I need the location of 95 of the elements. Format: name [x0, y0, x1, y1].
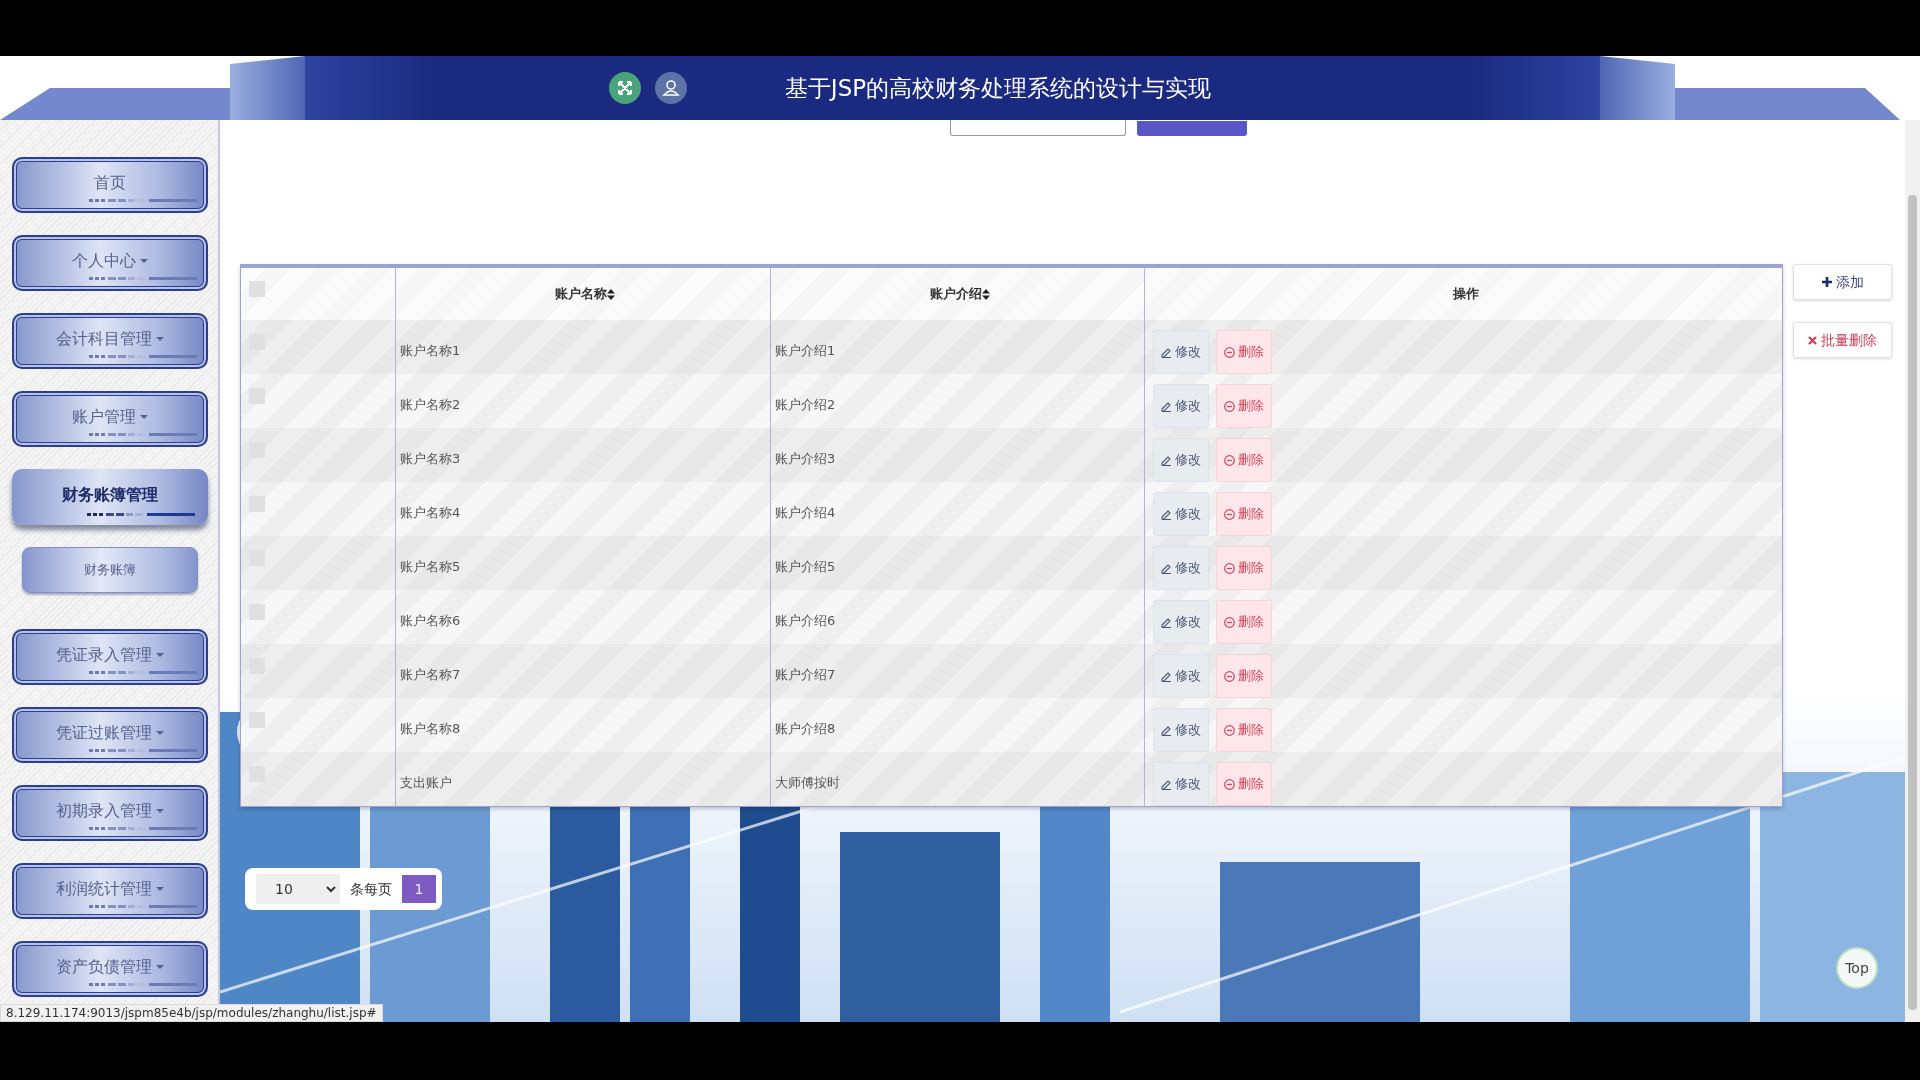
minus-circle-icon [1224, 346, 1235, 358]
pencil-icon [1161, 778, 1172, 790]
table-cell-text: 账户介绍2 [775, 396, 836, 415]
minus-circle-icon [1224, 616, 1235, 628]
minus-circle-icon [1224, 508, 1235, 520]
user-icon [654, 72, 687, 104]
sidebar-submenu-item[interactable]: 财务账簿 [22, 547, 198, 593]
delete-button[interactable]: 删除 [1216, 654, 1272, 698]
caret-icon [156, 887, 164, 891]
minus-circle-icon [1224, 400, 1235, 412]
minus-circle-icon [1224, 454, 1235, 466]
pencil-icon [1161, 724, 1172, 736]
table-cell-text: 账户介绍5 [775, 558, 836, 577]
pencil-icon [1161, 508, 1172, 520]
edit-button[interactable]: 修改 [1153, 438, 1209, 482]
edit-button[interactable]: 修改 [1153, 708, 1209, 752]
table-cell-text: 账户名称1 [400, 342, 461, 361]
sidebar-menu-item[interactable]: 资产负债管理 [12, 941, 208, 997]
scrollbar[interactable] [1905, 120, 1920, 1022]
sidebar-menu-item[interactable]: 初期录入管理 [12, 785, 208, 841]
table-cell-text: 账户介绍7 [775, 666, 836, 685]
delete-button[interactable]: 删除 [1216, 546, 1272, 590]
column-header[interactable]: 账户名称 [555, 284, 615, 304]
delete-button[interactable]: 删除 [1216, 330, 1272, 374]
delete-button[interactable]: 删除 [1216, 708, 1272, 752]
table-cell-text: 账户名称6 [400, 612, 461, 631]
search-field[interactable] [950, 120, 1126, 136]
delete-button[interactable]: 删除 [1216, 438, 1272, 482]
batch-delete-button[interactable]: 批量删除 [1793, 322, 1892, 358]
caret-icon [156, 965, 164, 969]
pencil-icon [1161, 346, 1172, 358]
edit-button[interactable]: 修改 [1153, 654, 1209, 698]
table-cell-text: 账户介绍1 [775, 342, 836, 361]
fullscreen-button[interactable] [608, 72, 641, 104]
caret-icon [156, 731, 164, 735]
caret-icon [140, 259, 148, 263]
sidebar-menu-item[interactable]: 凭证录入管理 [12, 629, 208, 685]
expand-icon [608, 72, 641, 104]
sidebar-menu-item[interactable]: 账户管理 [12, 391, 208, 447]
pencil-icon [1161, 400, 1172, 412]
delete-button[interactable]: 删除 [1216, 492, 1272, 536]
edit-button[interactable]: 修改 [1153, 762, 1209, 806]
minus-circle-icon [1224, 724, 1235, 736]
sort-icon [981, 288, 990, 300]
delete-button[interactable]: 删除 [1216, 600, 1272, 644]
edit-button[interactable]: 修改 [1153, 546, 1209, 590]
sidebar-menu-item[interactable]: 凭证过账管理 [12, 707, 208, 763]
caret-icon [140, 415, 148, 419]
sidebar-menu-item[interactable]: 会计科目管理 [12, 313, 208, 369]
table-cell-text: 支出账户 [400, 774, 452, 793]
table-cell-text: 账户名称4 [400, 504, 461, 523]
delete-button[interactable]: 删除 [1216, 384, 1272, 428]
page-size-label: 条每页 [350, 879, 392, 899]
edit-button[interactable]: 修改 [1153, 492, 1209, 536]
table-cell-text: 账户名称7 [400, 666, 461, 685]
plus-icon [1821, 277, 1832, 287]
page-button[interactable]: 1 [402, 875, 436, 903]
edit-button[interactable]: 修改 [1153, 384, 1209, 428]
add-button[interactable]: 添加 [1793, 264, 1892, 300]
pencil-icon [1161, 670, 1172, 682]
table-cell-text: 账户介绍3 [775, 450, 836, 469]
caret-icon [156, 337, 164, 341]
sidebar-menu-item[interactable]: 个人中心 [12, 235, 208, 291]
minus-circle-icon [1224, 778, 1235, 790]
status-url-text: 8.129.11.174:9013/jspm85e4b/jsp/modules/zhanghu/list.jsp# [0, 1004, 383, 1022]
sort-icon [607, 288, 615, 300]
table-cell-text: 账户名称3 [400, 450, 461, 469]
edit-button[interactable]: 修改 [1153, 600, 1209, 644]
table-cell-text: 账户名称5 [400, 558, 461, 577]
sidebar-menu-item[interactable]: 财务账簿管理 [12, 469, 208, 525]
table-cell-text: 账户名称2 [400, 396, 461, 415]
column-header: 操作 [1452, 285, 1479, 304]
search-button[interactable] [1137, 121, 1247, 136]
table-cell-text: 账户名称8 [400, 720, 461, 739]
close-icon [1808, 335, 1817, 345]
table-cell-text: 账户介绍4 [775, 504, 836, 523]
caret-icon [156, 653, 164, 657]
select-all-checkbox[interactable] [249, 281, 265, 297]
table-cell-text: 账户介绍6 [775, 612, 836, 631]
sidebar-menu-item[interactable]: 利润统计管理 [12, 863, 208, 919]
page-title: 基于JSP的高校财务处理系统的设计与实现 [784, 73, 1212, 103]
delete-button[interactable]: 删除 [1216, 762, 1272, 806]
table-cell-text: 大师傅按时 [775, 774, 840, 793]
minus-circle-icon [1224, 670, 1235, 682]
user-button[interactable] [654, 72, 687, 104]
pencil-icon [1161, 562, 1172, 574]
table-cell-text: 账户介绍8 [775, 720, 836, 739]
pencil-icon [1161, 454, 1172, 466]
caret-icon [156, 809, 164, 813]
page-size-select[interactable]: 10 [256, 874, 340, 904]
pencil-icon [1161, 616, 1172, 628]
edit-button[interactable]: 修改 [1153, 330, 1209, 374]
column-header[interactable]: 账户介绍 [929, 284, 990, 304]
sidebar-menu-item[interactable]: 首页 [12, 157, 208, 213]
minus-circle-icon [1224, 562, 1235, 574]
